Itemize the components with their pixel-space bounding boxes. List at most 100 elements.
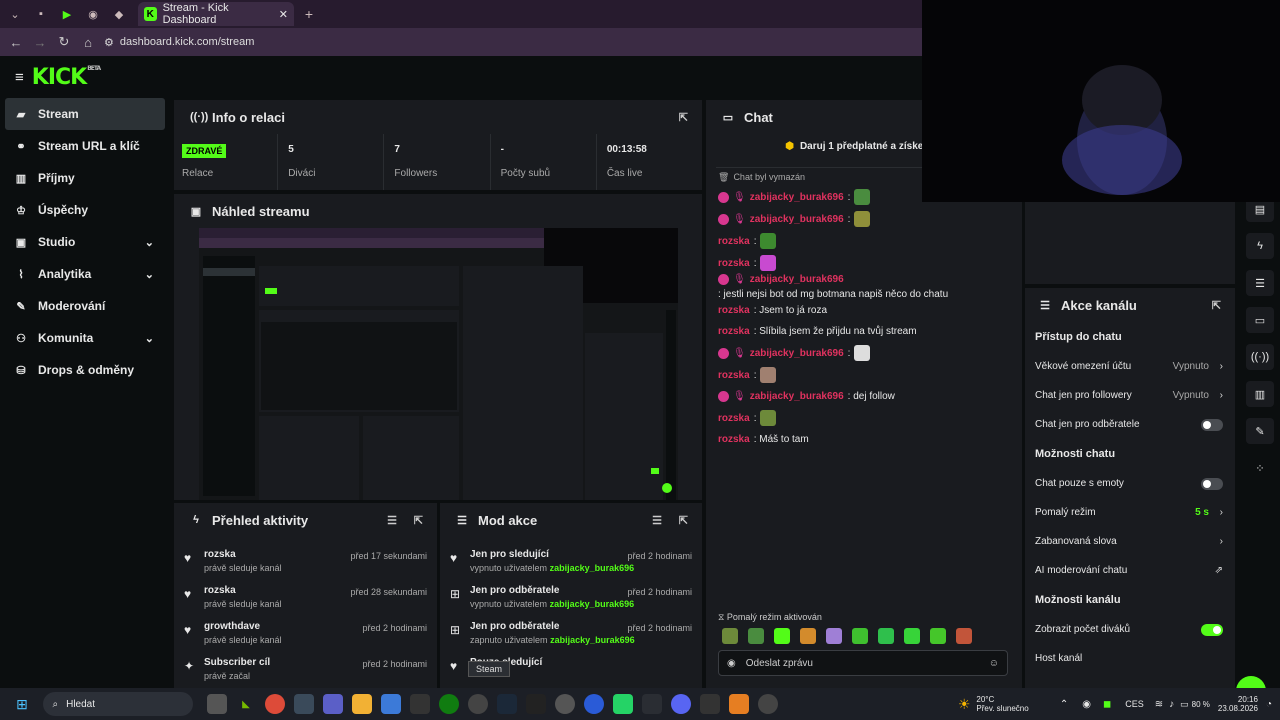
quick-add-widget-icon[interactable]: ⁘ (1246, 455, 1274, 481)
quick-list-icon[interactable]: ☰ (1246, 270, 1274, 296)
channel-action-row[interactable]: Zobrazit počet diváků (1025, 615, 1235, 644)
quick-broadcast-icon[interactable]: ((·)) (1246, 344, 1274, 370)
whatsapp-icon[interactable] (613, 694, 633, 714)
reload-icon[interactable]: ↻ (52, 34, 76, 50)
chat-username[interactable]: rozska (718, 258, 750, 269)
nvidia-icon[interactable]: ◣ (236, 694, 256, 714)
tray-steam-icon[interactable]: ◉ (1082, 699, 1091, 710)
store-icon[interactable] (381, 694, 401, 714)
filter-icon[interactable]: ☰ (652, 514, 662, 527)
channel-action-row[interactable]: Chat jen pro followery Vypnuto › (1025, 381, 1235, 410)
site-info-icon[interactable]: ⚙ (104, 36, 114, 49)
clock[interactable]: 20:16 23.08.2026 (1218, 695, 1258, 713)
channel-action-row[interactable]: AI moderování chatu ⇗ (1025, 556, 1235, 585)
toggle-switch[interactable] (1201, 418, 1223, 431)
expand-icon[interactable]: ⇱ (1212, 299, 1221, 312)
toggle-switch[interactable] (1201, 623, 1223, 636)
stream-preview-video[interactable] (199, 228, 678, 500)
pinned-tab-steam-icon[interactable]: ◉ (82, 4, 104, 24)
channel-action-row[interactable]: Chat pouze s emoty (1025, 469, 1235, 498)
emoji-icon[interactable]: ☺ (989, 658, 999, 669)
wifi-icon[interactable]: ≋ (1155, 699, 1163, 710)
chat-username[interactable]: zabijacky_burak696 (750, 192, 844, 203)
folder-icon[interactable] (352, 694, 372, 714)
back-icon[interactable]: ← (4, 35, 28, 50)
tray-app-icon[interactable]: ◼ (1103, 699, 1111, 710)
toggle-switch[interactable] (1201, 477, 1223, 490)
emote-icon[interactable] (930, 628, 946, 644)
filter-icon[interactable]: ☰ (387, 514, 397, 527)
menu-hamburger-icon[interactable]: ≡ (15, 69, 24, 86)
chat-username[interactable]: zabijacky_burak696 (750, 274, 844, 285)
keyboard-language[interactable]: CES (1125, 699, 1144, 709)
sidebar-item-stream[interactable]: ▰ Stream (5, 98, 165, 130)
sidebar-item-achievements[interactable]: ♔ Úspěchy (0, 194, 170, 226)
tab-close-icon[interactable]: ✕ (279, 8, 288, 21)
taskbar-search[interactable]: ⌕ Hledat (42, 692, 193, 716)
chat-username[interactable]: rozska (718, 370, 750, 381)
quick-lightning-icon[interactable]: ϟ (1246, 233, 1274, 259)
chat-username[interactable]: rozska (718, 326, 750, 337)
chat-username[interactable]: rozska (718, 305, 750, 316)
obs-icon[interactable] (468, 694, 488, 714)
emote-icon[interactable] (904, 628, 920, 644)
pinned-tab-diamond-icon[interactable]: ◆ (108, 4, 130, 24)
channel-action-row[interactable]: Host kanál (1025, 644, 1235, 673)
app-orange-icon[interactable] (729, 694, 749, 714)
tray-chevron-up-icon[interactable]: ⌃ (1060, 699, 1068, 710)
weather-widget[interactable]: ☀ 20°C Přev. slunečno (958, 695, 1048, 713)
app-blue-icon[interactable] (584, 694, 604, 714)
sidebar-item-drops[interactable]: ⛁ Drops & odměny (0, 354, 170, 386)
browser-tab-active[interactable]: K Stream - Kick Dashboard ✕ (138, 2, 294, 26)
emote-icon[interactable] (852, 628, 868, 644)
epic-games-icon[interactable] (700, 694, 720, 714)
notification-icon[interactable]: ◔ (1266, 699, 1272, 710)
capcut-icon[interactable] (526, 694, 546, 714)
settings-icon[interactable] (555, 694, 575, 714)
volume-icon[interactable]: ♪ (1169, 699, 1174, 710)
sidebar-item-stream-url[interactable]: ⚭ Stream URL a klíč (0, 130, 170, 162)
chat-username[interactable]: zabijacky_burak696 (750, 348, 844, 359)
new-tab-button[interactable]: + (298, 4, 320, 24)
sidebar-item-moderation[interactable]: ✎ Moderování (0, 290, 170, 322)
discord-icon[interactable] (671, 694, 691, 714)
url-field[interactable]: dashboard.kick.com/stream (120, 36, 255, 48)
chat-username[interactable]: rozska (718, 413, 750, 424)
chat-username[interactable]: zabijacky_burak696 (750, 214, 844, 225)
emote-icon[interactable] (748, 628, 764, 644)
channel-action-row[interactable]: Věkové omezení účtu Vypnuto › (1025, 352, 1235, 381)
chat-username[interactable]: rozska (718, 434, 750, 445)
github-icon[interactable] (410, 694, 430, 714)
chat-username[interactable]: rozska (718, 236, 750, 247)
expand-icon[interactable]: ⇱ (679, 514, 688, 527)
app-dark-icon[interactable] (642, 694, 662, 714)
pinned-tab-play-icon[interactable]: ▶ (56, 4, 78, 24)
expand-icon[interactable]: ⇱ (414, 514, 423, 527)
expand-icon[interactable]: ⇱ (679, 111, 688, 124)
emote-icon[interactable] (826, 628, 842, 644)
quick-wrench-icon[interactable]: ✎ (1246, 418, 1274, 444)
chat-username[interactable]: zabijacky_burak696 (750, 391, 844, 402)
kick-logo[interactable]: KICKBETA (32, 65, 101, 90)
xbox-icon[interactable] (439, 694, 459, 714)
emote-icon[interactable] (722, 628, 738, 644)
sidebar-item-analytics[interactable]: ⌇ Analytika ⌄ (0, 258, 170, 290)
chrome-icon[interactable] (265, 694, 285, 714)
quick-chat-icon[interactable]: ▭ (1246, 307, 1274, 333)
sidebar-item-community[interactable]: ⚇ Komunita ⌄ (0, 322, 170, 354)
app-icon[interactable] (294, 694, 314, 714)
channel-action-row[interactable]: Chat jen pro odběratele (1025, 410, 1235, 439)
steam-icon[interactable] (497, 694, 517, 714)
channel-action-row[interactable]: Pomalý režim 5 s › (1025, 498, 1235, 527)
sidebar-item-income[interactable]: ▥ Příjmy (0, 162, 170, 194)
tab-list-chevron-icon[interactable]: ⌄ (4, 4, 26, 24)
home-icon[interactable]: ⌂ (76, 35, 100, 50)
channel-action-row[interactable]: Zabanovaná slova › (1025, 527, 1235, 556)
sidebar-item-studio[interactable]: ▣ Studio ⌄ (0, 226, 170, 258)
pinned-tab-icon[interactable]: ▪ (30, 4, 52, 24)
chat-input[interactable]: ◉ Odeslat zprávu ☺ (718, 650, 1008, 676)
teams-icon[interactable] (323, 694, 343, 714)
task-view-icon[interactable] (207, 694, 227, 714)
quick-cards-icon[interactable]: ▥ (1246, 381, 1274, 407)
app-record-icon[interactable] (758, 694, 778, 714)
